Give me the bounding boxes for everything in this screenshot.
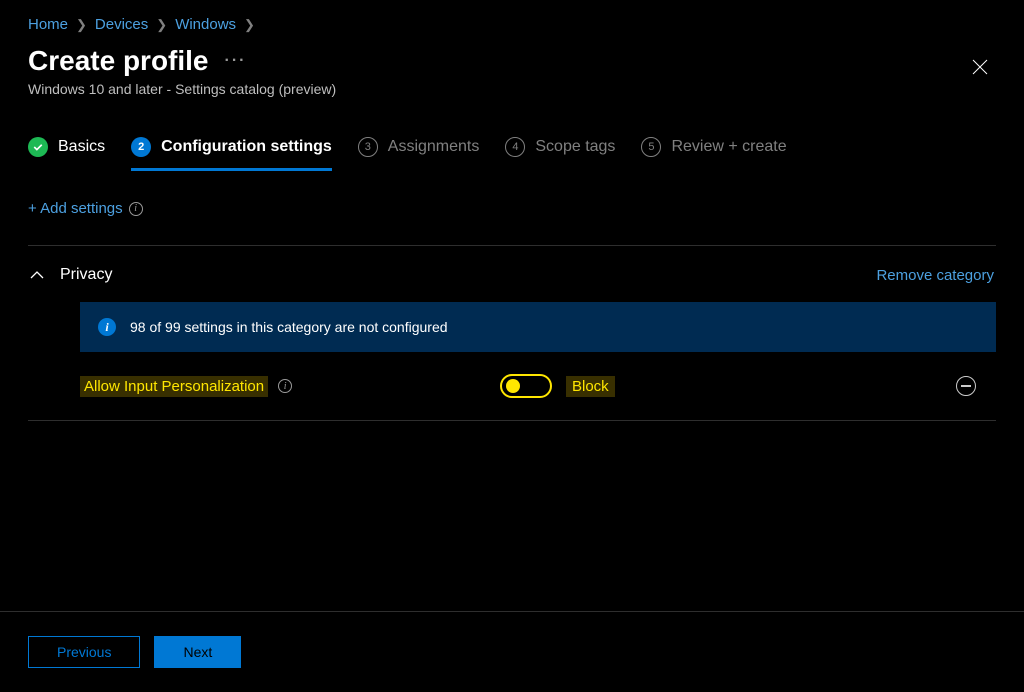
chevron-right-icon: ❯ (156, 17, 167, 33)
breadcrumb-home[interactable]: Home (28, 16, 68, 33)
step-configuration-settings[interactable]: 2 Configuration settings (131, 129, 332, 171)
setting-row-input-personalization: Allow Input Personalization i Block (28, 374, 996, 420)
divider (28, 245, 996, 246)
info-banner-text: 98 of 99 settings in this category are n… (130, 319, 448, 335)
chevron-right-icon: ❯ (244, 17, 255, 33)
category-privacy: Privacy Remove category i 98 of 99 setti… (28, 266, 996, 421)
step-number-icon: 4 (505, 137, 525, 157)
info-icon[interactable]: i (129, 202, 143, 216)
chevron-right-icon: ❯ (76, 17, 87, 33)
setting-label: Allow Input Personalization (80, 376, 268, 397)
toggle-input-personalization[interactable] (500, 374, 552, 398)
toggle-value: Block (566, 376, 615, 397)
page-title: Create profile ··· (28, 45, 336, 77)
next-button[interactable]: Next (154, 636, 241, 668)
step-number-icon: 3 (358, 137, 378, 157)
previous-button[interactable]: Previous (28, 636, 140, 668)
step-review-create[interactable]: 5 Review + create (641, 129, 786, 171)
close-icon (972, 59, 988, 75)
footer-divider (0, 611, 1024, 612)
step-scope-tags[interactable]: 4 Scope tags (505, 129, 615, 171)
divider (28, 420, 996, 421)
more-actions-button[interactable]: ··· (225, 52, 247, 70)
breadcrumb-devices[interactable]: Devices (95, 16, 148, 33)
info-icon: i (98, 318, 116, 336)
info-icon[interactable]: i (278, 379, 292, 393)
chevron-up-icon[interactable] (30, 268, 44, 282)
toggle-knob (506, 379, 520, 393)
step-basics[interactable]: Basics (28, 129, 105, 171)
step-number-icon: 2 (131, 137, 151, 157)
checkmark-icon (28, 137, 48, 157)
close-button[interactable] (964, 51, 996, 88)
wizard-steps: Basics 2 Configuration settings 3 Assign… (28, 129, 996, 172)
footer-actions: Previous Next (28, 636, 241, 668)
add-settings-button[interactable]: + Add settings i (28, 200, 996, 217)
breadcrumb-windows[interactable]: Windows (175, 16, 236, 33)
step-assignments[interactable]: 3 Assignments (358, 129, 480, 171)
info-banner: i 98 of 99 settings in this category are… (80, 302, 996, 352)
category-title: Privacy (60, 266, 112, 284)
page-subtitle: Windows 10 and later - Settings catalog … (28, 81, 336, 97)
remove-setting-button[interactable] (956, 376, 976, 396)
remove-category-link[interactable]: Remove category (876, 267, 994, 284)
breadcrumb: Home ❯ Devices ❯ Windows ❯ (28, 16, 996, 33)
step-number-icon: 5 (641, 137, 661, 157)
